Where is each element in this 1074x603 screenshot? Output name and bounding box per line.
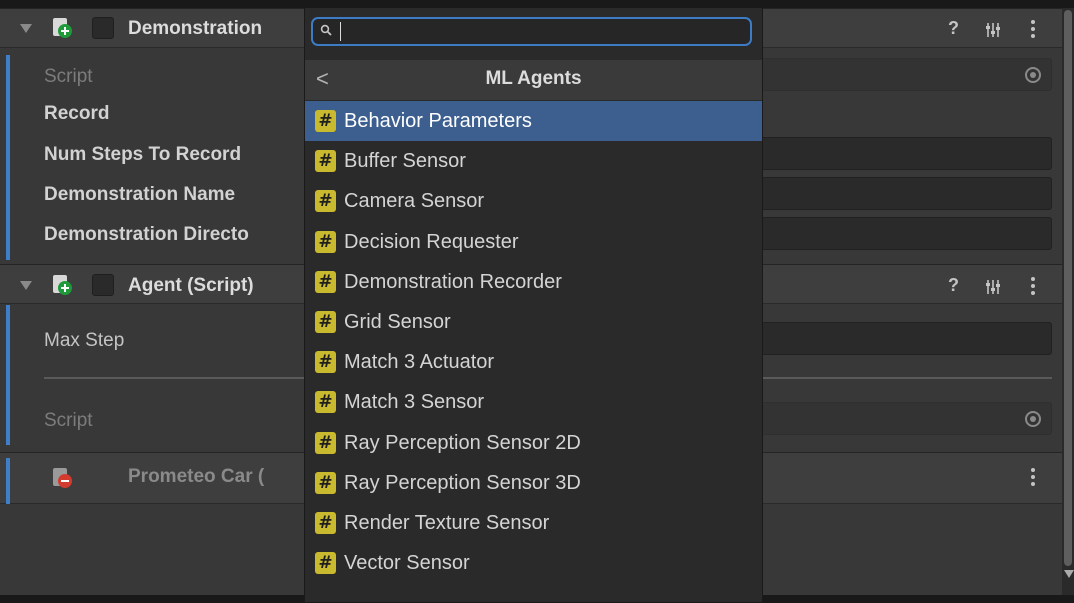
field-label-record: Record: [44, 103, 110, 124]
object-picker-icon[interactable]: [1025, 67, 1041, 83]
popup-title: ML Agents: [485, 68, 582, 89]
preset-icon[interactable]: [984, 278, 1002, 296]
max-step-input[interactable]: [744, 322, 1052, 355]
field-label-script: Script: [44, 66, 93, 87]
component-rail: [6, 305, 10, 445]
script-hash-icon: #: [315, 150, 336, 172]
component-enabled-checkbox[interactable]: [92, 17, 114, 39]
list-item-label: Match 3 Sensor: [344, 391, 485, 413]
csharp-script-icon: [53, 275, 72, 295]
script-hash-icon: #: [315, 311, 336, 333]
field-label-script: Script: [44, 410, 93, 431]
list-item-label: Vector Sensor: [344, 552, 470, 574]
list-item-label: Demonstration Recorder: [344, 271, 562, 293]
kebab-menu-icon[interactable]: [1030, 275, 1036, 297]
script-object-field[interactable]: [744, 402, 1052, 435]
script-hash-icon: #: [315, 472, 336, 494]
script-hash-icon: #: [315, 190, 336, 212]
component-rail: [6, 458, 10, 504]
component-title[interactable]: Agent (Script): [128, 275, 254, 297]
script-hash-icon: #: [315, 110, 336, 132]
list-item-label: Match 3 Actuator: [344, 351, 495, 373]
object-picker-icon[interactable]: [1025, 411, 1041, 427]
component-title[interactable]: Prometeo Car (: [128, 466, 264, 488]
csharp-script-icon: [53, 18, 72, 38]
kebab-menu-icon[interactable]: [1030, 18, 1036, 40]
script-hash-icon: #: [315, 351, 336, 373]
help-icon[interactable]: ?: [948, 18, 959, 39]
foldout-arrow-icon[interactable]: [20, 24, 32, 33]
demonstration-directory-input[interactable]: [744, 217, 1052, 250]
list-item-label: Camera Sensor: [344, 190, 485, 212]
script-object-field[interactable]: [744, 58, 1052, 91]
foldout-arrow-icon[interactable]: [20, 281, 32, 290]
help-icon[interactable]: ?: [948, 275, 959, 296]
scroll-down-arrow-icon[interactable]: [1064, 570, 1074, 578]
list-item-label: Buffer Sensor: [344, 150, 466, 172]
top-strip: [0, 0, 1074, 8]
preset-icon[interactable]: [984, 21, 1002, 39]
list-item-label: Render Texture Sensor: [344, 512, 550, 534]
missing-script-icon: [53, 468, 72, 488]
script-hash-icon: #: [315, 271, 336, 293]
list-item-label: Ray Perception Sensor 2D: [344, 432, 581, 454]
demonstration-name-input[interactable]: [744, 177, 1052, 210]
script-hash-icon: #: [315, 391, 336, 413]
kebab-menu-icon[interactable]: [1030, 466, 1036, 488]
component-enabled-checkbox[interactable]: [92, 274, 114, 296]
component-title[interactable]: Demonstration: [128, 18, 262, 40]
list-item-label: Decision Requester: [344, 231, 519, 253]
num-steps-input[interactable]: [744, 137, 1052, 170]
field-label-demo-directory: Demonstration Directo: [44, 224, 249, 245]
search-icon: [320, 24, 332, 36]
script-hash-icon: #: [315, 231, 336, 253]
text-caret: [340, 22, 341, 41]
script-hash-icon: #: [315, 432, 336, 454]
search-input[interactable]: [344, 20, 746, 43]
list-item-label: Behavior Parameters: [344, 110, 532, 132]
component-rail: [6, 55, 10, 260]
scrollbar-thumb[interactable]: [1064, 10, 1072, 566]
script-hash-icon: #: [315, 552, 336, 574]
list-item-label: Ray Perception Sensor 3D: [344, 472, 581, 494]
script-hash-icon: #: [315, 512, 336, 534]
field-label-num-steps: Num Steps To Record: [44, 144, 242, 165]
field-label-max-step: Max Step: [44, 330, 125, 351]
list-item-label: Grid Sensor: [344, 311, 451, 333]
field-label-demo-name: Demonstration Name: [44, 184, 236, 205]
